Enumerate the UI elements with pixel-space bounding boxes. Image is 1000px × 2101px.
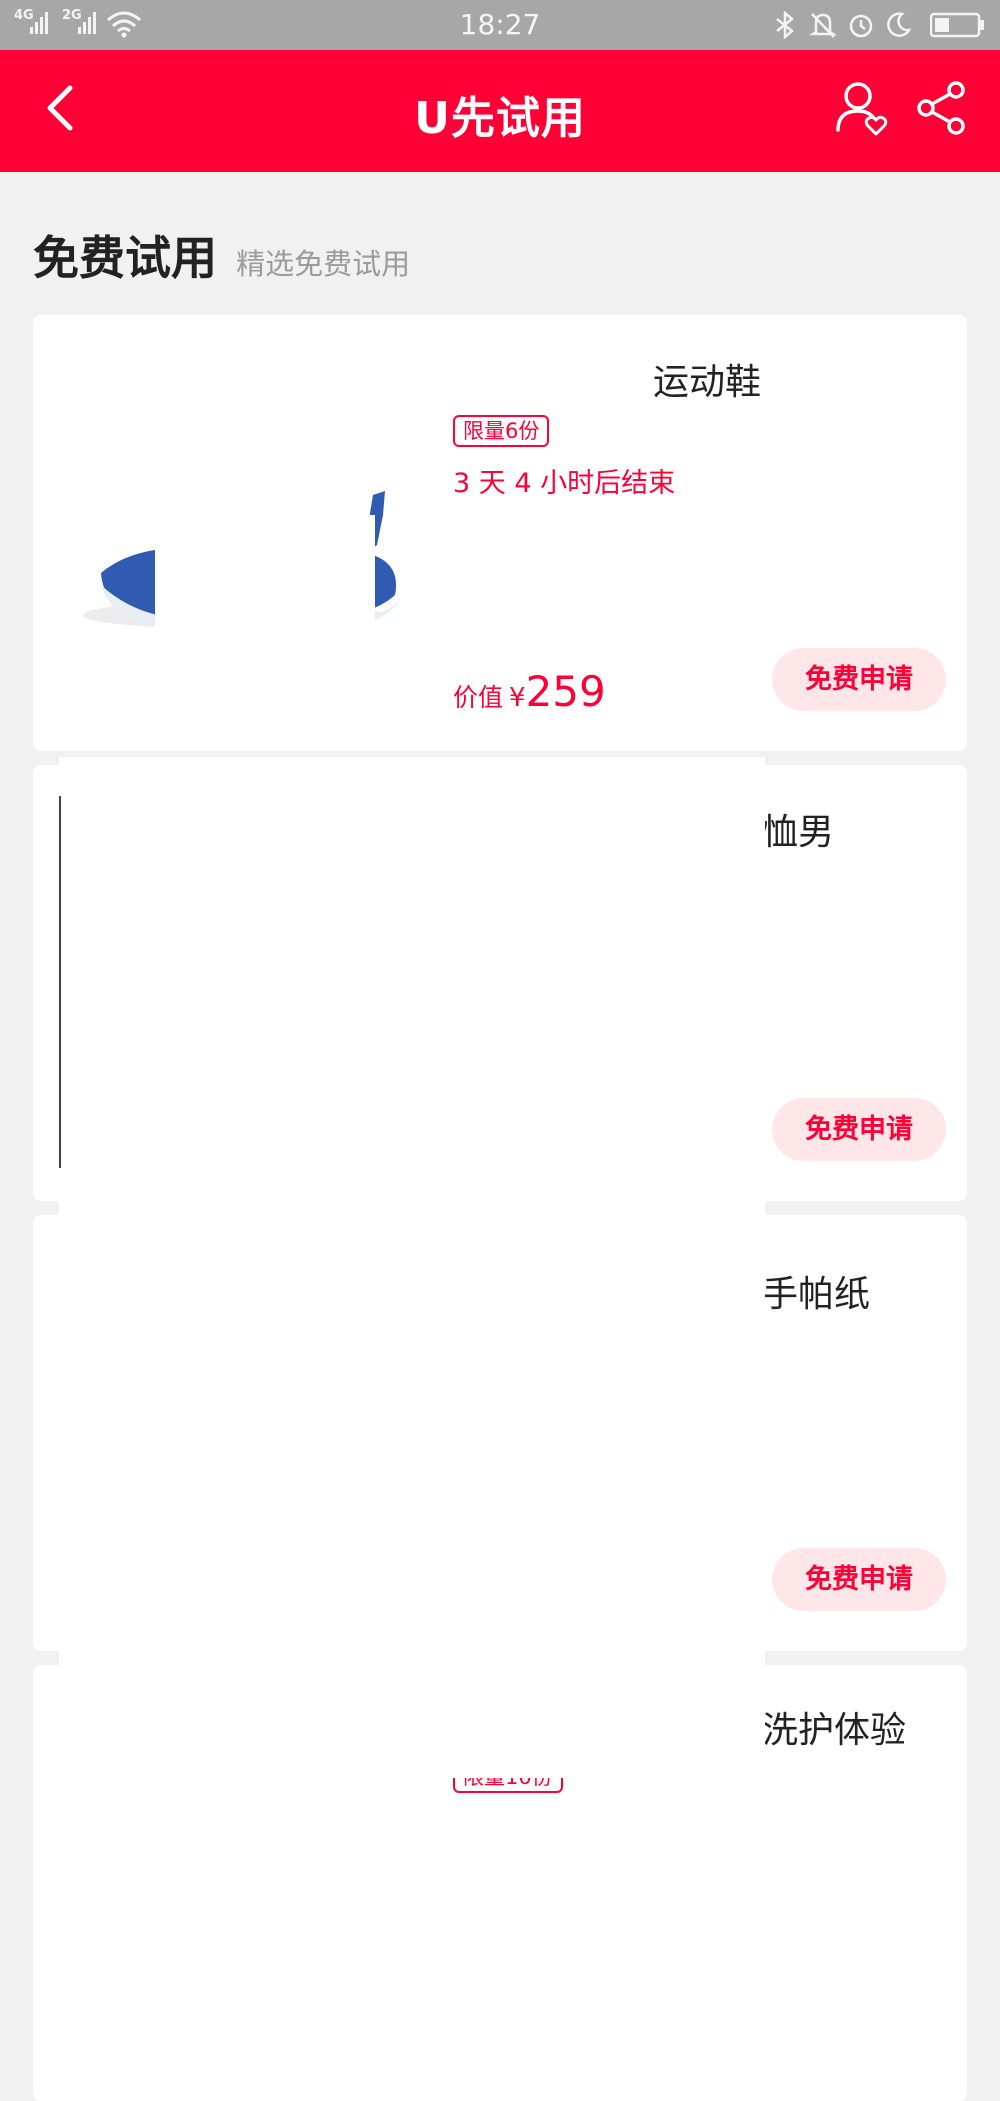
product-name: 运动鞋 xyxy=(653,362,762,403)
share-icon xyxy=(917,81,965,135)
bluetooth-icon xyxy=(776,11,794,39)
mute-bell-icon xyxy=(808,13,838,38)
image-redaction xyxy=(59,1673,765,1778)
section-subtitle: 精选免费试用 xyxy=(236,247,411,281)
image-cover xyxy=(155,515,375,635)
price-number: 259 xyxy=(525,667,606,716)
apply-free-button[interactable]: 免费申请 xyxy=(772,648,946,711)
my-trials-button[interactable] xyxy=(832,78,892,138)
user-heart-icon xyxy=(836,82,888,136)
section-title: 免费试用 xyxy=(33,231,217,285)
currency-symbol: ¥ xyxy=(509,683,526,713)
moon-icon xyxy=(887,12,912,37)
divider-line xyxy=(59,796,61,1168)
section-header: 免费试用 精选免费试用 xyxy=(33,222,410,288)
limit-badge: 限量6份 xyxy=(453,415,550,447)
countdown-text: 3 天 4 小时后结束 xyxy=(453,468,676,499)
product-name: 恤男 xyxy=(762,812,835,853)
product-name: 洗护体验 xyxy=(762,1710,907,1751)
top-nav-bar: U先试用 xyxy=(0,50,1000,172)
status-bar: 4G 2G 18:27 xyxy=(0,0,1000,50)
product-image xyxy=(33,315,453,751)
apply-free-button[interactable]: 免费申请 xyxy=(772,1548,946,1611)
apply-free-button[interactable]: 免费申请 xyxy=(772,1098,946,1161)
image-redaction xyxy=(59,1213,765,1673)
trial-card[interactable]: 运动鞋 限量6份 3 天 4 小时后结束 价值 ¥259 免费申请 xyxy=(33,315,967,751)
product-name: 手帕纸 xyxy=(762,1274,871,1315)
image-redaction xyxy=(59,757,765,1213)
alarm-icon xyxy=(849,14,873,38)
battery-icon xyxy=(930,12,984,38)
price-value: 价值 ¥259 xyxy=(453,667,606,716)
price-label: 价值 xyxy=(453,683,504,712)
share-button[interactable] xyxy=(912,80,972,136)
